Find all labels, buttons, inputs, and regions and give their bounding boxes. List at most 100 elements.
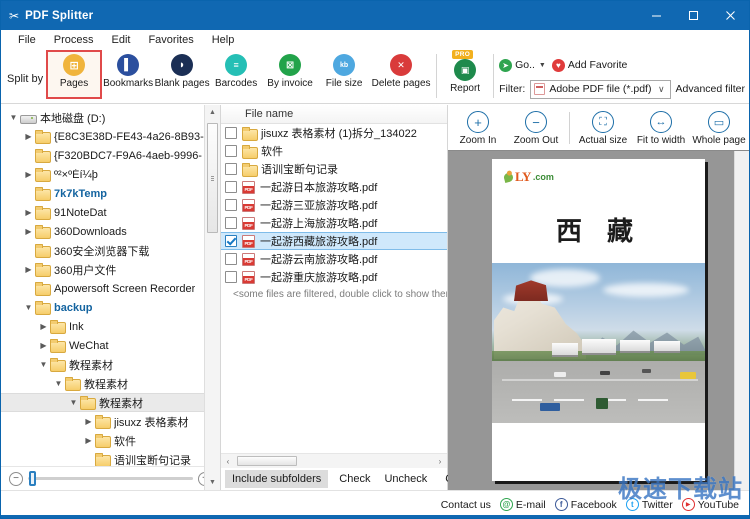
menu-item-edit[interactable]: Edit [102,32,139,48]
delete-pages-button[interactable]: ✕ Delete pages [371,51,431,89]
file-list-horizontal-scrollbar[interactable]: ‹ › [221,453,447,468]
file-checkbox[interactable] [225,217,237,229]
report-button[interactable]: PRO ▣ Report [442,51,488,94]
file-checkbox[interactable] [225,271,237,283]
menu-item-favorites[interactable]: Favorites [139,32,202,48]
preview-stage[interactable]: LY .com 西 藏 [448,150,749,490]
zoom-in-button[interactable]: + Zoom In [450,109,506,146]
split-by-invoice-button[interactable]: ⊠ By invoice [263,51,317,89]
chevron-right-icon[interactable]: ▶ [22,132,35,141]
file-checkbox[interactable] [225,235,237,247]
tree-node[interactable]: ▶º²×ºÉí¼þ [1,165,220,184]
tree-node[interactable]: ▼本地磁盘 (D:) [1,108,220,127]
file-list-row[interactable]: 软件 [221,142,447,160]
tree-scroll-thumb[interactable] [207,123,218,233]
check-button[interactable]: Check [332,470,377,488]
tree-node[interactable]: ▶软件 [1,431,220,450]
file-checkbox[interactable] [225,253,237,265]
split-by-file-size-button[interactable]: kb File size [317,51,371,89]
file-list-row[interactable]: 一起游西藏旅游攻略.pdf [221,232,447,250]
chevron-right-icon[interactable]: ▶ [22,265,35,274]
tree-node[interactable]: ▶91NoteDat [1,203,220,222]
youtube-link[interactable]: ▶ YouTube [682,498,739,511]
file-checkbox[interactable] [225,181,237,193]
chevron-down-icon[interactable]: ▼ [22,303,35,312]
split-by-barcodes-button[interactable]: ≡ Barcodes [209,51,263,89]
tree-node[interactable]: ▶WeChat [1,336,220,355]
go-button[interactable]: ➤ Go.. ▼ [499,59,546,72]
chevron-right-icon[interactable]: ▶ [82,436,95,445]
file-checkbox[interactable] [225,145,237,157]
chevron-down-icon[interactable]: ∨ [658,84,667,95]
chevron-right-icon[interactable]: ▶ [37,322,50,331]
pdf-page-preview[interactable]: LY .com 西 藏 [492,159,705,481]
chevron-right-icon[interactable]: ▶ [37,341,50,350]
chevron-right-icon[interactable]: ▶ [82,417,95,426]
actual-size-button[interactable]: ⛶ Actual size [575,109,631,146]
hscroll-thumb[interactable] [237,456,297,466]
file-list-row[interactable]: 一起游上海旅游攻略.pdf [221,214,447,232]
split-by-bookmarks-button[interactable]: ▌ Bookmarks [101,51,155,89]
email-link[interactable]: @ E-mail [500,498,546,511]
tree-node[interactable]: ▼教程素材 [1,355,220,374]
scroll-right-arrow-icon[interactable]: › [433,457,447,466]
chevron-down-icon[interactable]: ▼ [67,398,80,407]
split-by-blank-pages-button[interactable]: ◗ Blank pages [155,51,209,89]
tree-node[interactable]: ▼教程素材 [1,374,220,393]
chevron-down-icon[interactable]: ▼ [539,62,546,69]
filtered-files-note[interactable]: <some files are filtered, double click t… [221,286,447,300]
zoom-out-button[interactable]: − Zoom Out [508,109,564,146]
chevron-right-icon[interactable]: ▶ [22,227,35,236]
file-checkbox[interactable] [225,127,237,139]
close-button[interactable] [712,1,749,30]
add-favorite-button[interactable]: ♥ Add Favorite [552,59,628,72]
facebook-link[interactable]: f Facebook [555,498,617,511]
file-list-row[interactable]: 一起游三亚旅游攻略.pdf [221,196,447,214]
tree-node[interactable]: ▼backup [1,298,220,317]
filter-select[interactable]: Adobe PDF file (*.pdf) ∨ [530,80,670,99]
tree-node[interactable]: 语训宝断句记录 [1,450,220,466]
tree-node[interactable]: ▼教程素材 [1,393,220,412]
zoom-slider-thumb[interactable] [29,471,36,486]
folder-tree[interactable]: ▼本地磁盘 (D:)▶{E8C3E38D-FE43-4a26-8B93-{F32… [1,105,220,466]
chevron-right-icon[interactable]: ▶ [22,208,35,217]
preview-vertical-scrollbar[interactable] [734,151,749,490]
advanced-filter-link[interactable]: Advanced filter [676,83,749,95]
scroll-down-arrow-icon[interactable]: ▼ [205,475,220,490]
file-list-row[interactable]: 一起游云南旅游攻略.pdf [221,250,447,268]
tree-node[interactable]: 360安全浏览器下载 [1,241,220,260]
file-list-row[interactable]: 一起游日本旅游攻略.pdf [221,178,447,196]
tree-node[interactable]: 7k7kTemp [1,184,220,203]
file-checkbox[interactable] [225,163,237,175]
tree-node[interactable]: {F320BDC7-F9A6-4aeb-9996- [1,146,220,165]
tree-node[interactable]: Apowersoft Screen Recorder [1,279,220,298]
zoom-slider-track[interactable] [28,477,193,480]
file-list-row[interactable]: jisuxz 表格素材 (1)拆分_134022 [221,124,447,142]
tree-node[interactable]: ▶Ink [1,317,220,336]
tree-zoom-slider[interactable]: − + [1,466,220,490]
tree-vertical-scrollbar[interactable]: ▲ ▼ [204,105,220,490]
split-by-pages-button[interactable]: ⊞ Pages [47,51,101,98]
fit-to-width-button[interactable]: ↔ Fit to width [633,109,689,146]
include-subfolders-button[interactable]: Include subfolders [225,470,328,488]
file-list-row[interactable]: 语训宝断句记录 [221,160,447,178]
tree-node[interactable]: ▶{E8C3E38D-FE43-4a26-8B93- [1,127,220,146]
tree-node[interactable]: ▶jisuxz 表格素材 [1,412,220,431]
tree-node[interactable]: ▶360Downloads [1,222,220,241]
chevron-right-icon[interactable]: ▶ [22,170,35,179]
menu-item-process[interactable]: Process [45,32,103,48]
uncheck-button[interactable]: Uncheck [377,470,434,488]
twitter-link[interactable]: t Twitter [626,498,673,511]
scroll-left-arrow-icon[interactable]: ‹ [221,457,235,466]
file-checkbox[interactable] [225,199,237,211]
file-list-row[interactable]: 一起游重庆旅游攻略.pdf [221,268,447,286]
whole-page-button[interactable]: ▭ Whole page [691,109,747,146]
tree-node[interactable]: ▶360用户文件 [1,260,220,279]
scroll-up-arrow-icon[interactable]: ▲ [205,105,220,120]
file-name-column-header[interactable]: File name [221,105,447,124]
chevron-down-icon[interactable]: ▼ [37,360,50,369]
maximize-button[interactable] [675,1,712,30]
file-list[interactable]: jisuxz 表格素材 (1)拆分_134022软件语训宝断句记录一起游日本旅游… [221,124,447,453]
chevron-down-icon[interactable]: ▼ [52,379,65,388]
menu-item-file[interactable]: File [9,32,45,48]
